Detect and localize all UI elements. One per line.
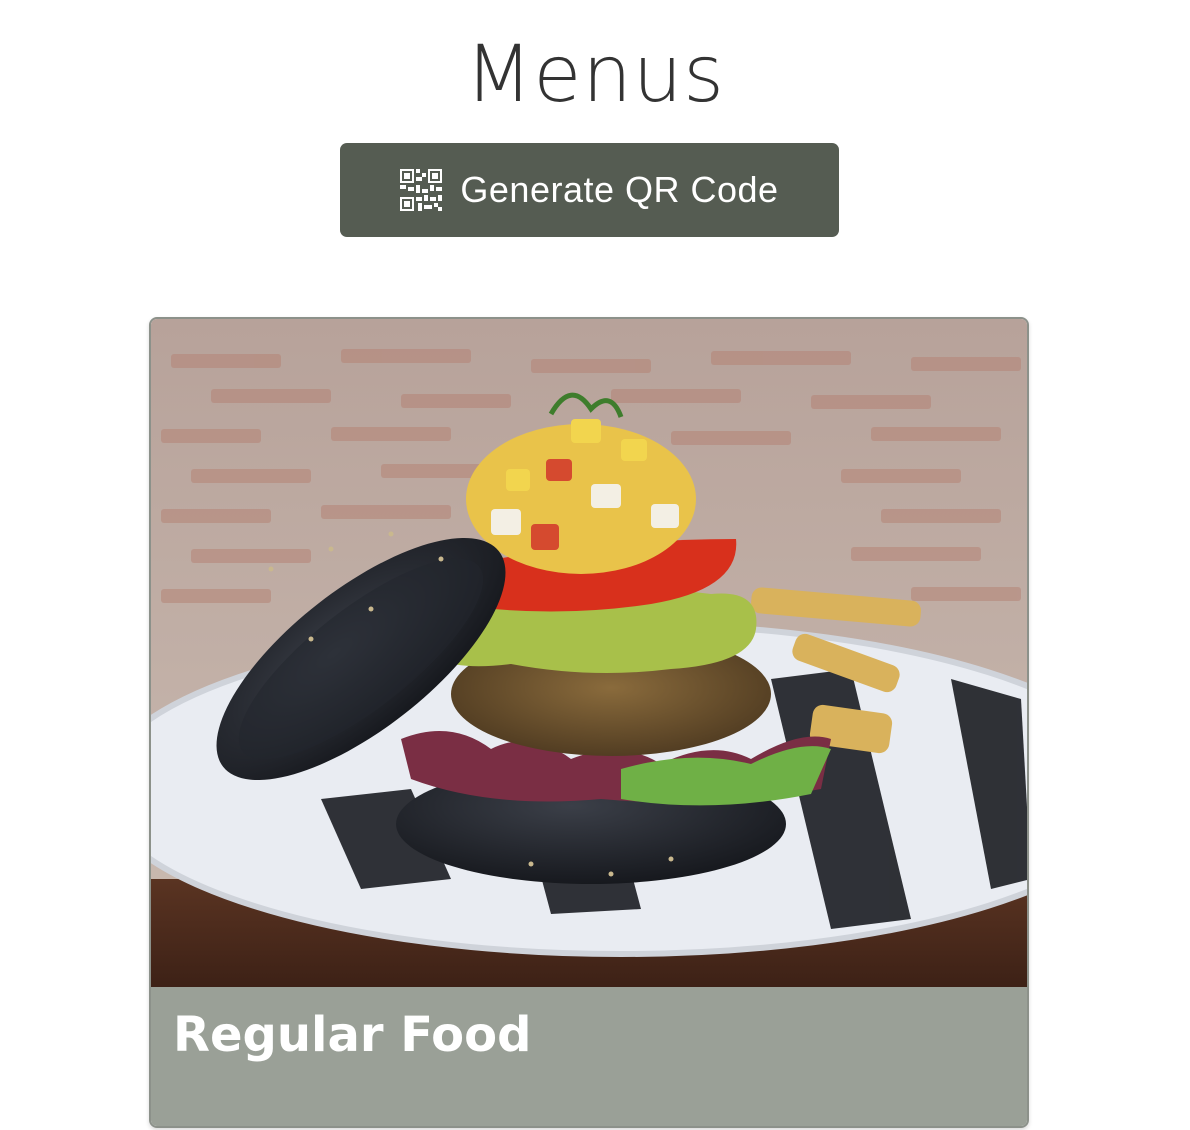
- menu-card-regular-food[interactable]: Regular Food: [149, 317, 1029, 1128]
- menus-page: Menus Generate QR Code Regular Food: [0, 0, 1190, 1130]
- menu-card-title: Regular Food: [173, 1007, 532, 1063]
- qr-code-icon: [400, 169, 443, 211]
- generate-qr-code-label: Generate QR Code: [460, 169, 779, 210]
- generate-qr-code-button[interactable]: Generate QR Code: [340, 143, 839, 237]
- menu-card-footer: Regular Food: [151, 987, 1027, 1126]
- menu-card-image: [151, 319, 1027, 987]
- page-title: Menus: [465, 30, 725, 120]
